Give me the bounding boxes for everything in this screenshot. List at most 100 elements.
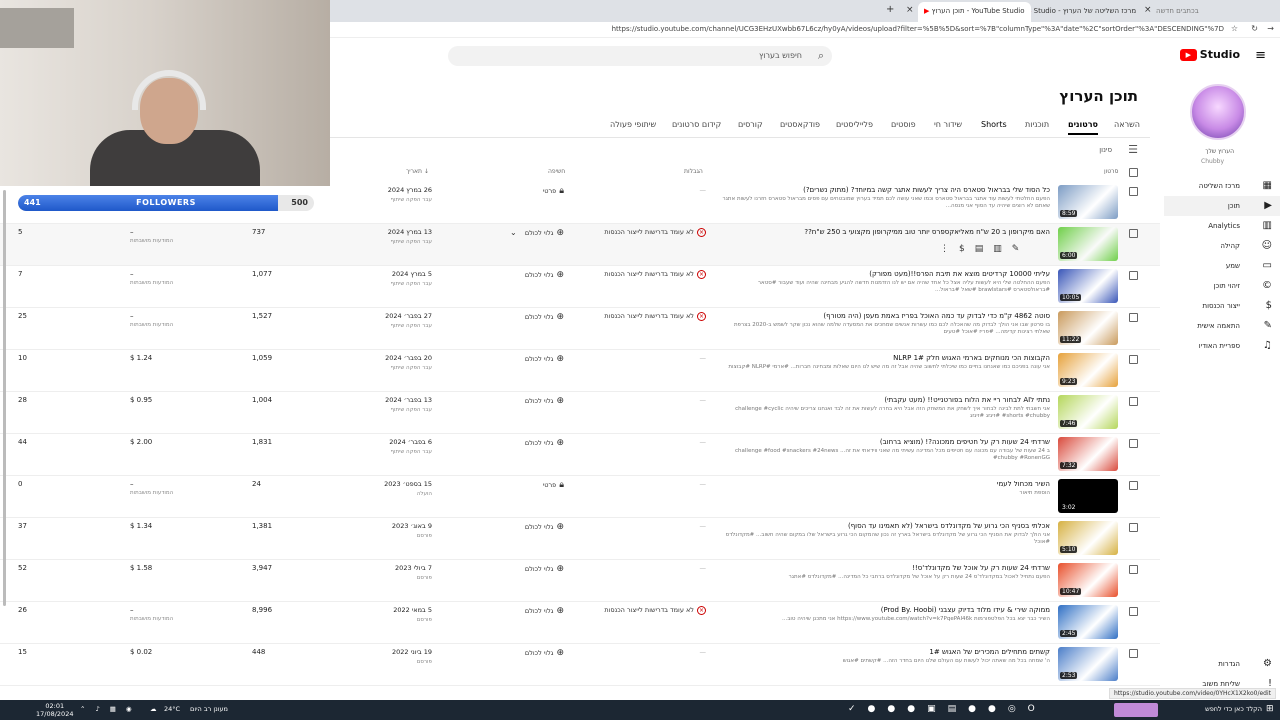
visibility-cell[interactable]: 🔒︎פרטי	[508, 480, 564, 490]
search-icon[interactable]: ⌕	[818, 49, 824, 63]
row-checkbox[interactable]	[1129, 481, 1138, 490]
column-video[interactable]: סרטון	[1104, 168, 1118, 175]
sidebar-item-subtitles[interactable]: ▭ שמע	[1164, 256, 1280, 276]
new-tab-icon[interactable]: +	[886, 4, 894, 15]
video-row[interactable]: 9:23 הקבוצות הכי מנוחקים בארמי האגוש חלק …	[0, 350, 1160, 392]
column-visibility[interactable]: חשיפה	[548, 168, 565, 175]
taskbar-search[interactable]: הקלד כאן כדי לחפש	[1162, 705, 1262, 713]
menu-icon[interactable]: ≡	[1255, 48, 1266, 63]
video-row[interactable]: 10:47 שרדתי 24 שעות רק על אוכל של מקדונלד…	[0, 560, 1160, 602]
close-tab-icon[interactable]: ×	[906, 5, 914, 15]
video-title[interactable]: הקבוצות הכי מנוחקים בארמי האגוש חלק 1# N…	[690, 354, 1050, 362]
video-row[interactable]: 10:05 עליתי 10000 קרדיטים מוצא את תיבת הפ…	[0, 266, 1160, 308]
video-row[interactable]: 3:02 השיר מכחול לעמי הוספת תיאור 🔒︎פרטי — 15 …	[0, 476, 1160, 518]
video-title[interactable]: כל הסוד שלי בבראול סטארס היה צריך לעשות …	[690, 186, 1050, 194]
tab-courses[interactable]: קורסים	[738, 120, 763, 129]
video-row[interactable]: 7:32 שרדתי 24 שעות רק על חטיפים ממכונה?! …	[0, 434, 1160, 476]
more-options-icon[interactable]: ⋮	[940, 244, 959, 254]
clock[interactable]: 02:01 17/08/2024	[36, 702, 73, 718]
row-checkbox[interactable]	[1129, 439, 1138, 448]
sidebar-item-dashboard[interactable]: ▦ מרכז השליטה	[1164, 176, 1280, 196]
visibility-cell[interactable]: ⊕גלוי לכולם	[508, 606, 564, 616]
row-checkbox[interactable]	[1129, 313, 1138, 322]
video-thumbnail[interactable]: 11:22	[1058, 311, 1118, 345]
visibility-cell[interactable]: ⊕גלוי לכולם	[508, 564, 564, 574]
tab-live[interactable]: שידור חי	[934, 120, 962, 129]
tab-playlists[interactable]: פלייליסטים	[836, 120, 873, 129]
column-date[interactable]: ↓ תאריך	[406, 168, 429, 175]
visibility-cell[interactable]: ⊕גלוי לכולם	[508, 270, 564, 280]
comments-icon[interactable]: ▤	[975, 244, 994, 254]
tab-shorts[interactable]: Shorts	[981, 120, 1007, 129]
tab-promotions[interactable]: קידום סרטונים	[672, 120, 721, 129]
column-restrictions[interactable]: הגבלות	[684, 168, 703, 175]
video-title[interactable]: קשתים מתחילים המכירים של האגוש 1#	[690, 648, 1050, 656]
video-thumbnail[interactable]: 10:47	[1058, 563, 1118, 597]
tab-collaborations[interactable]: שיתופי פעולה	[610, 120, 656, 129]
tab-posts[interactable]: פוסטים	[891, 120, 916, 129]
video-title[interactable]: עליתי 10000 קרדיטים מוצא את תיבת הפרס!!(…	[690, 270, 1050, 278]
row-checkbox[interactable]	[1129, 271, 1138, 280]
visibility-cell[interactable]: ⊕גלוי לכולם	[508, 522, 564, 532]
video-row[interactable]: 6:00 האם מיקרופון ב 20 ש"ח מאליאקספרס יות…	[0, 224, 1160, 266]
sidebar-item-customization[interactable]: ✎ התאמה אישית	[1164, 316, 1280, 336]
video-thumbnail[interactable]: 8:59	[1058, 185, 1118, 219]
row-checkbox[interactable]	[1129, 229, 1138, 238]
video-thumbnail[interactable]: 2:45	[1058, 605, 1118, 639]
star-icon[interactable]: ☆	[1231, 24, 1238, 33]
tab-videos[interactable]: סרטונים	[1068, 120, 1098, 135]
video-row[interactable]: 5:10 אכלתי בסניף הכי גרוע של מקדונלדס ביש…	[0, 518, 1160, 560]
row-checkbox[interactable]	[1129, 649, 1138, 658]
sidebar-item-community[interactable]: ☺ קהילה	[1164, 236, 1280, 256]
video-title[interactable]: האם מיקרופון ב 20 ש"ח מאליאקספרס יותר טו…	[690, 228, 1050, 236]
edit-pencil-icon[interactable]: ✎	[1012, 244, 1030, 254]
row-checkbox[interactable]	[1129, 523, 1138, 532]
sidebar-item-audio-library[interactable]: ♫ ספריית האודיו	[1164, 336, 1280, 356]
browser-tab-active[interactable]: YouTube Studio - תוכן הערוץ ▶	[918, 2, 1031, 22]
back-icon[interactable]: →	[1267, 24, 1274, 33]
video-thumbnail[interactable]: 5:10	[1058, 521, 1118, 555]
sidebar-item-analytics[interactable]: ▥ Analytics	[1164, 216, 1280, 236]
monetization-icon[interactable]: $	[959, 244, 975, 254]
video-title[interactable]: שרדתי 24 שעות רק על חטיפים ממכונה?! (מוצ…	[690, 438, 1050, 446]
taskbar-apps[interactable]: ✓●●●▣▤●●◎O	[848, 704, 1047, 714]
video-title[interactable]: אכלתי בסניף הכי גרוע של מקדונלדס בישראל …	[690, 522, 1050, 530]
video-thumbnail[interactable]: 3:02	[1058, 479, 1118, 513]
visibility-cell[interactable]: 🔒︎פרטי	[508, 186, 564, 196]
visibility-cell[interactable]: ⊕גלוי לכולם	[508, 438, 564, 448]
browser-tab[interactable]: בכתבים חדשה	[1150, 2, 1205, 22]
row-checkbox[interactable]	[1129, 565, 1138, 574]
video-title[interactable]: ממוקה שירי & עידו מלוד בדיוק עצבני (Prod…	[690, 606, 1050, 614]
visibility-dropdown-icon[interactable]: ⌄	[510, 228, 517, 237]
windows-start-icon[interactable]: ⊞	[1266, 704, 1274, 714]
visibility-cell[interactable]: ⊕גלוי לכולם	[508, 354, 564, 364]
sidebar-item-copyright[interactable]: © זיהוי תוכן	[1164, 276, 1280, 296]
video-row[interactable]: 2:53 קשתים מתחילים המכירים של האגוש 1# ה' …	[0, 644, 1160, 686]
row-checkbox[interactable]	[1129, 187, 1138, 196]
filter-icon[interactable]: ☰	[1128, 143, 1138, 156]
video-thumbnail[interactable]: 6:00	[1058, 227, 1118, 261]
video-title[interactable]: סוטה 4862 ק"מ כדי לבדוק עד כמה האוכל בפר…	[690, 312, 1050, 320]
weather-temp[interactable]: 24°C	[164, 705, 180, 713]
tab-inspiration[interactable]: השראה	[1114, 120, 1140, 129]
sidebar-item-monetization[interactable]: $ ייצור הכנסות	[1164, 296, 1280, 316]
channel-avatar[interactable]	[1190, 84, 1246, 140]
visibility-cell[interactable]: ⊕גלוי לכולם	[508, 312, 564, 322]
sidebar-item-content[interactable]: ▶ תוכן	[1164, 196, 1280, 216]
video-row[interactable]: 11:22 סוטה 4862 ק"מ כדי לבדוק עד כמה האוכ…	[0, 308, 1160, 350]
studio-logo[interactable]: ▶ Studio	[1179, 48, 1240, 61]
tab-shows[interactable]: תוכניות	[1025, 120, 1049, 129]
row-checkbox[interactable]	[1129, 607, 1138, 616]
video-thumbnail[interactable]: 9:23	[1058, 353, 1118, 387]
analytics-icon[interactable]: ▥	[993, 244, 1012, 254]
video-thumbnail[interactable]: 7:46	[1058, 395, 1118, 429]
tab-podcasts[interactable]: פודקאסטים	[780, 120, 820, 129]
url-text[interactable]: https://studio.youtube.com/channel/UCG3E…	[612, 25, 1224, 33]
video-thumbnail[interactable]: 2:53	[1058, 647, 1118, 681]
tray-icons[interactable]: ⌃ ♪ ▦ ◉	[80, 705, 136, 713]
visibility-cell[interactable]: ⊕גלוי לכולם	[508, 648, 564, 658]
video-row[interactable]: 2:45 ממוקה שירי & עידו מלוד בדיוק עצבני (…	[0, 602, 1160, 644]
visibility-cell[interactable]: ⊕גלוי לכולם	[508, 396, 564, 406]
video-row[interactable]: 7:46 נתתי לAI לבחור ריי את הלוח בפורטנייט…	[0, 392, 1160, 434]
row-checkbox[interactable]	[1129, 397, 1138, 406]
